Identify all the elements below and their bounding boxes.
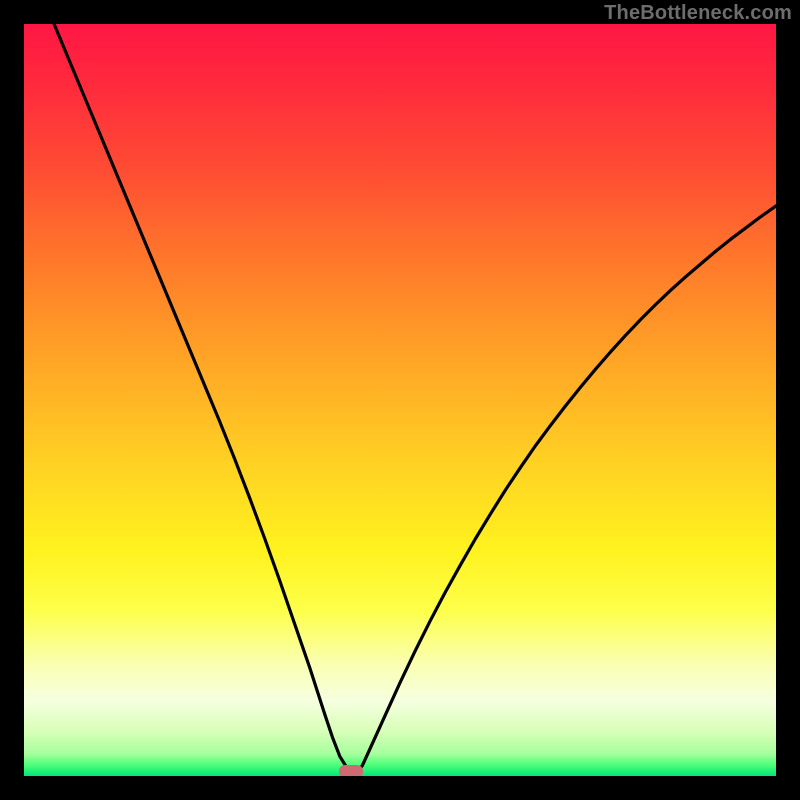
watermark-text: TheBottleneck.com [604, 2, 792, 25]
bottleneck-curve [24, 24, 776, 776]
optimum-marker-icon [339, 765, 363, 776]
plot-area [24, 24, 776, 776]
chart-frame: TheBottleneck.com [0, 0, 800, 800]
